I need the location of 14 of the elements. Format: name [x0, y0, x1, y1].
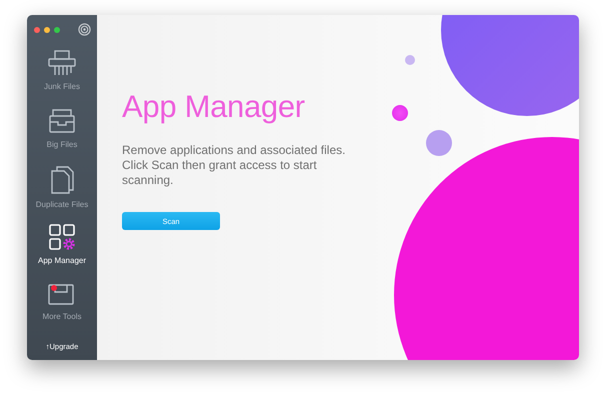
sidebar-item[interactable]: More Tools [42, 282, 82, 326]
close-window-dot[interactable] [34, 26, 40, 32]
shredder-icon [46, 50, 77, 76]
sidebar-item[interactable]: App Manager [38, 224, 86, 268]
description-text: Remove applications and associated files. Click Scan then grant access to start scanning. [122, 143, 346, 188]
sidebar-item[interactable]: Duplicate Files [36, 166, 88, 210]
tray-icon [47, 108, 77, 134]
sidebar-item[interactable]: Big Files [46, 108, 78, 152]
minimize-window-dot[interactable] [44, 26, 50, 32]
sidebar-item[interactable]: Junk Files [44, 50, 80, 94]
page-title: App Manager [122, 89, 306, 125]
radar-icon[interactable] [78, 23, 91, 36]
apps-gear-icon [49, 224, 75, 250]
zoom-window-dot[interactable] [54, 26, 60, 32]
